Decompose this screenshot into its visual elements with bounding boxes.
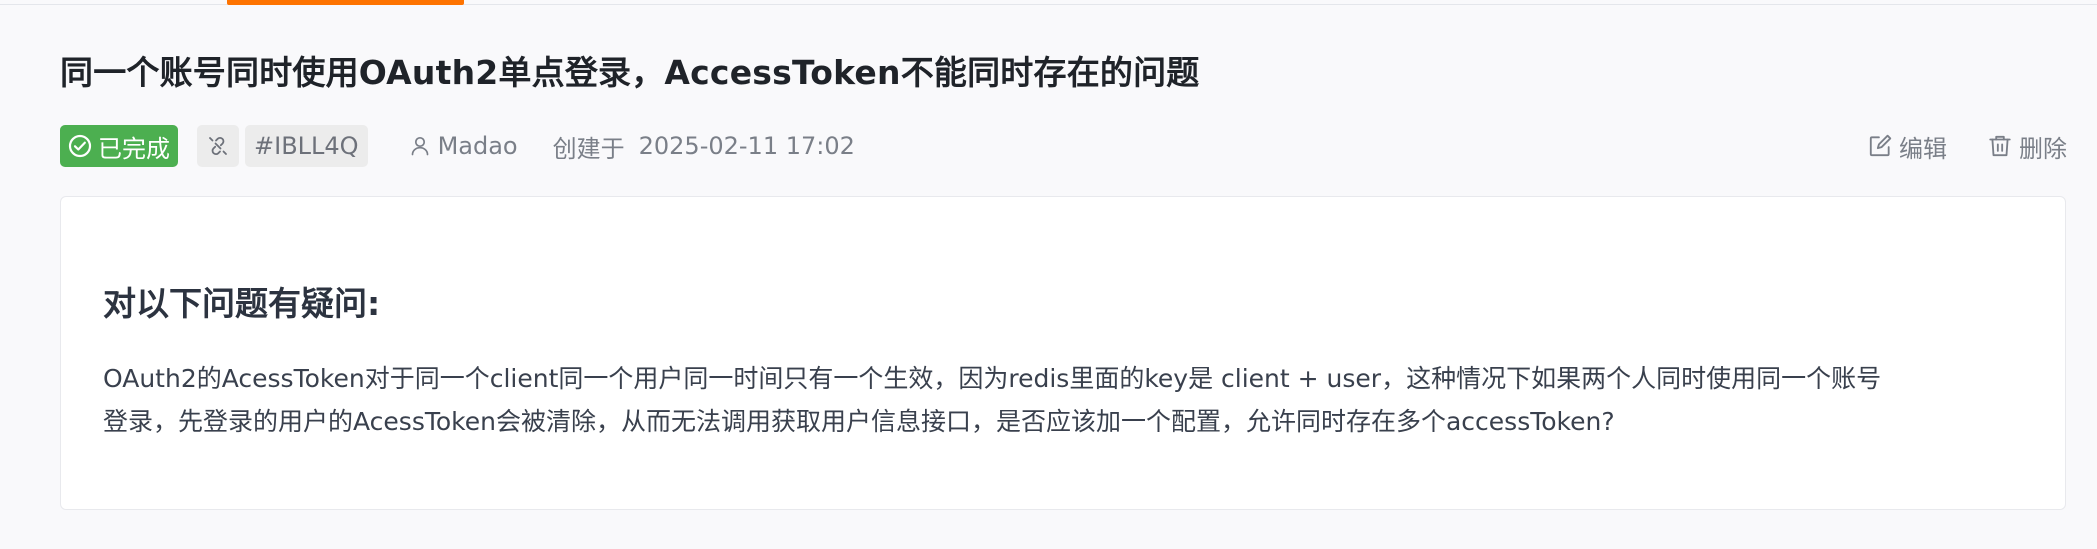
description-line-1: OAuth2的AcessToken对于同一个client同一个用户同一时间只有一… xyxy=(103,364,1882,393)
description-line-2: 登录，先登录的用户的AcessToken会被清除，从而无法调用获取用户信息接口，… xyxy=(103,407,1615,436)
delete-label: 删除 xyxy=(2019,134,2067,163)
user-icon xyxy=(411,136,428,156)
created-time: 2025-02-11 17:02 xyxy=(638,132,855,160)
issue-id[interactable]: #IBLL4Q xyxy=(245,125,368,167)
check-circle-icon xyxy=(68,134,92,158)
issue-actions: 编辑 删除 xyxy=(1867,124,2067,168)
issue-title: 同一个账号同时使用OAuth2单点登录，AccessToken不能同时存在的问题 xyxy=(60,53,1200,92)
link-icon xyxy=(209,136,227,156)
author-name: Madao xyxy=(437,132,518,160)
active-tab-indicator xyxy=(227,0,464,5)
issue-description-card: 对以下问题有疑问: OAuth2的AcessToken对于同一个client同一… xyxy=(60,196,2066,510)
description-heading: 对以下问题有疑问: xyxy=(103,284,381,323)
delete-button[interactable]: 删除 xyxy=(1987,129,2067,164)
edit-button[interactable]: 编辑 xyxy=(1867,129,1947,164)
status-label: 已完成 xyxy=(98,134,170,163)
trash-icon xyxy=(1989,135,2011,157)
status-badge[interactable]: 已完成 xyxy=(60,125,178,167)
edit-icon xyxy=(1869,134,1892,157)
author[interactable]: Madao xyxy=(408,132,518,160)
description-body: OAuth2的AcessToken对于同一个client同一个用户同一时间只有一… xyxy=(103,357,2063,443)
issue-meta: 已完成 #IBLL4Q Madao 创建于 2025-02-11 17:02 xyxy=(60,124,855,168)
created-label: 创建于 xyxy=(552,134,625,163)
copy-link-button[interactable] xyxy=(197,125,239,167)
edit-label: 编辑 xyxy=(1899,134,1947,163)
